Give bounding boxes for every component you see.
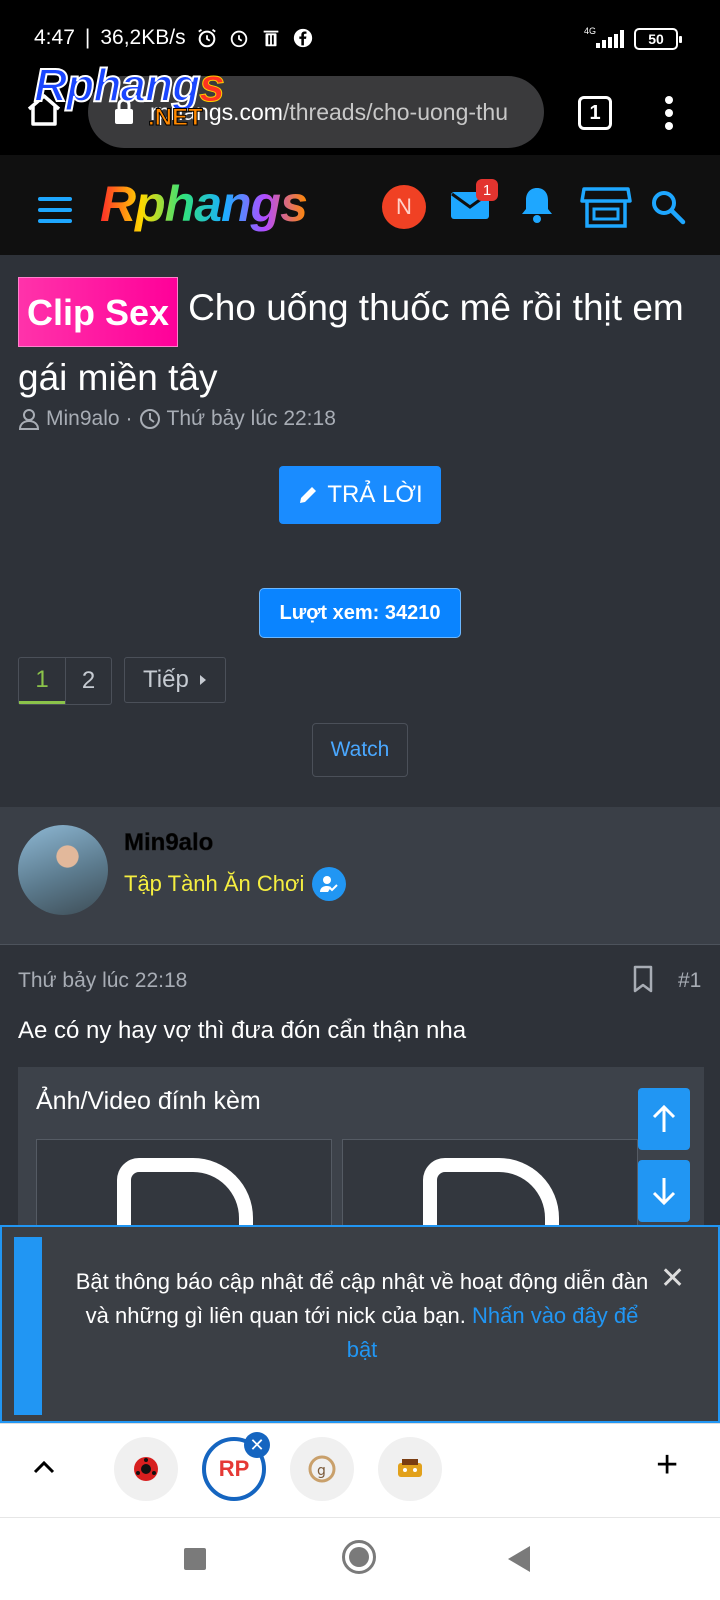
- account-avatar[interactable]: N: [382, 185, 426, 229]
- thread-header: Clip Sex Cho uống thuốc mê rồi thịt em gá…: [0, 255, 720, 807]
- tab-icon-1[interactable]: [114, 1437, 178, 1501]
- post-user-block: Min9alo Tập Tành Ăn Chơi: [0, 807, 720, 945]
- page-links: 1 2: [18, 657, 112, 705]
- caret-right-icon: [199, 675, 206, 685]
- meta-separator: ·: [125, 407, 133, 430]
- verified-user-icon: [312, 867, 347, 901]
- post-username[interactable]: Min9alo: [124, 829, 214, 857]
- reply-button-label: TRẢ LỜI: [327, 481, 423, 508]
- arrow-up-icon: [652, 1104, 676, 1132]
- site-favicon-icon: g: [308, 1455, 336, 1483]
- page-link-2[interactable]: 2: [65, 658, 111, 704]
- recents-button[interactable]: [184, 1548, 206, 1570]
- post-number[interactable]: #1: [678, 969, 701, 993]
- overlay-logo-net: .NET: [148, 104, 204, 132]
- system-nav-bar: [0, 1517, 720, 1600]
- attachment-thumbnail[interactable]: [36, 1139, 332, 1248]
- battery-icon: 50: [634, 28, 682, 50]
- scroll-down-button[interactable]: [638, 1160, 690, 1222]
- clock-icon: [139, 409, 160, 429]
- user-title: Tập Tành Ăn Chơi: [124, 867, 347, 901]
- url-path: /threads/cho-uong-thu: [282, 98, 509, 125]
- attachment-thumbnail[interactable]: [342, 1139, 638, 1248]
- next-page-button[interactable]: Tiếp: [124, 657, 226, 703]
- game-favicon-icon: [398, 1459, 422, 1477]
- close-notice-icon[interactable]: ✕: [660, 1261, 685, 1296]
- signal-indicator: 4G: [584, 26, 624, 48]
- network-type: 4G: [584, 26, 597, 36]
- signal-icon: [596, 30, 624, 48]
- watch-button[interactable]: Watch: [312, 723, 408, 777]
- next-page-label: Tiếp: [143, 666, 189, 693]
- svg-text:g: g: [317, 1463, 326, 1479]
- browser-menu-icon[interactable]: [664, 96, 674, 130]
- active-tab-label: RP: [218, 1456, 250, 1481]
- thread-date[interactable]: Thứ bảy lúc 22:18: [167, 407, 336, 431]
- user-title-text: Tập Tành Ăn Chơi: [124, 871, 305, 896]
- clock-icon: [230, 30, 247, 48]
- bell-icon[interactable]: [518, 185, 556, 225]
- sharingan-icon: [134, 1457, 158, 1481]
- site-header: Rphangs N 1: [0, 155, 720, 255]
- thread-author[interactable]: Min9alo: [46, 407, 120, 431]
- mail-badge: 1: [476, 179, 498, 201]
- user-icon: [18, 409, 40, 430]
- status-speed: 36,2KB/s: [100, 26, 186, 49]
- post-text: Ae có ny hay vợ thì đưa đón cẩn thận nha: [18, 1017, 467, 1044]
- browser-top-bar: 4:47 | 36,2KB/s 4G 50 rphangs.com/thread…: [0, 0, 720, 155]
- close-tab-icon[interactable]: ✕: [244, 1432, 270, 1458]
- tab-icon-4[interactable]: [378, 1437, 442, 1501]
- attachments-block: Ảnh/Video đính kèm: [18, 1067, 704, 1248]
- push-notification-banner: Bật thông báo cập nhật để cập nhật về ho…: [0, 1225, 720, 1423]
- pencil-icon: [300, 487, 317, 503]
- attachments-title: Ảnh/Video đính kèm: [36, 1087, 261, 1115]
- status-bar-right: 4G 50: [584, 26, 682, 50]
- browser-tab-switcher: RP ✕ g +: [0, 1423, 720, 1517]
- scroll-up-button[interactable]: [638, 1088, 690, 1150]
- back-button[interactable]: [508, 1546, 530, 1572]
- page-link-1[interactable]: 1: [19, 658, 65, 704]
- arrow-down-icon: [652, 1178, 676, 1206]
- bookmark-icon[interactable]: [632, 965, 654, 993]
- notice-text: Bật thông báo cập nhật để cập nhật về ho…: [72, 1265, 652, 1367]
- thread-title: Clip Sex Cho uống thuốc mê rồi thịt em gá…: [18, 277, 708, 409]
- notice-accent-bar: [14, 1237, 42, 1415]
- thread-prefix[interactable]: Clip Sex: [18, 277, 179, 347]
- view-count-badge: Lượt xem: 34210: [259, 588, 461, 638]
- user-avatar[interactable]: [18, 825, 108, 915]
- post-body: Thứ bảy lúc 22:18 #1 Ae có ny hay vợ thì…: [0, 945, 720, 1248]
- status-separator: |: [84, 26, 91, 49]
- facebook-icon: [293, 28, 312, 48]
- tab-icon-3[interactable]: g: [290, 1437, 354, 1501]
- tab-count-button[interactable]: 1: [578, 96, 612, 130]
- alarm-icon: [197, 28, 216, 48]
- trash-icon: [263, 30, 278, 47]
- status-bar-left: 4:47 | 36,2KB/s: [34, 26, 314, 50]
- home-nav-button[interactable]: [342, 1540, 376, 1574]
- site-logo[interactable]: Rphangs: [100, 175, 308, 233]
- new-tab-button[interactable]: +: [656, 1444, 678, 1487]
- reply-button[interactable]: TRẢ LỜI: [279, 466, 441, 524]
- hamburger-menu-icon[interactable]: [38, 197, 72, 223]
- chevron-up-icon[interactable]: [30, 1454, 58, 1482]
- pagination: 1 2 Tiếp: [18, 657, 226, 705]
- thread-meta: Min9alo · Thứ bảy lúc 22:18: [18, 407, 336, 431]
- post-time[interactable]: Thứ bảy lúc 22:18: [18, 969, 187, 993]
- status-time: 4:47: [34, 26, 75, 49]
- search-icon[interactable]: [650, 189, 686, 225]
- store-icon[interactable]: [580, 185, 632, 229]
